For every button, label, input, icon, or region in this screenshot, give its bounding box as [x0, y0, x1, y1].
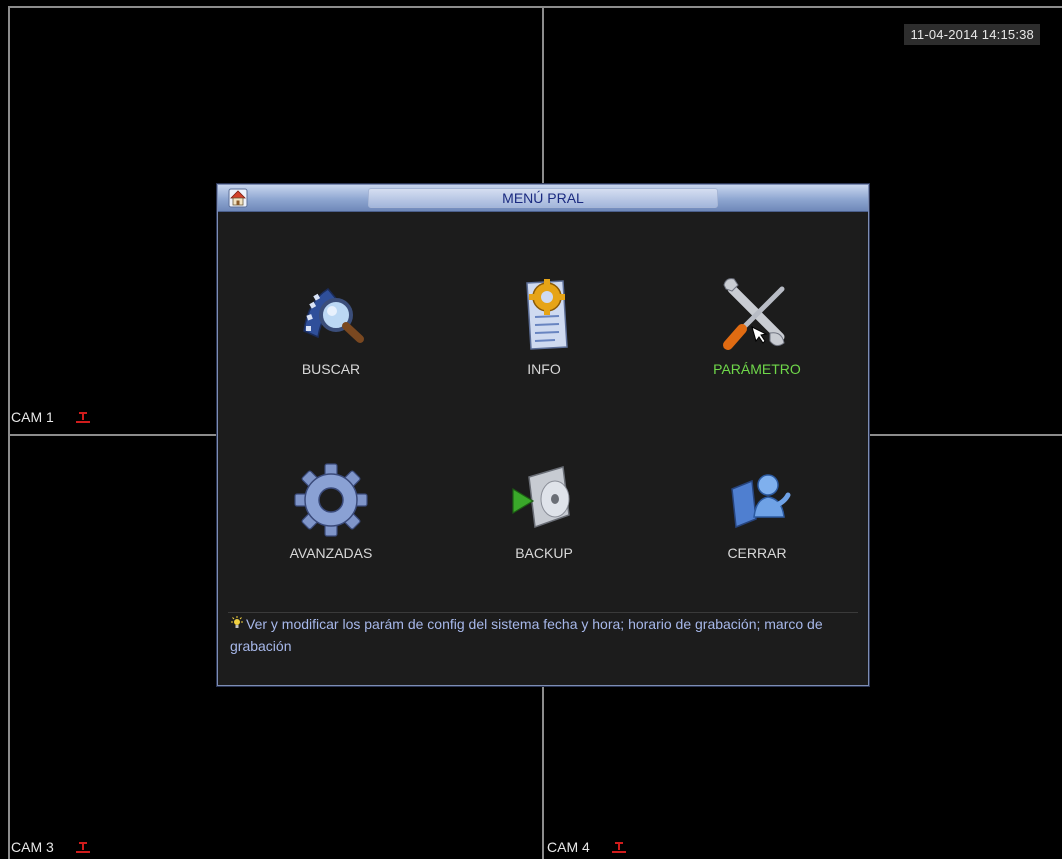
info-document-icon — [499, 271, 589, 361]
search-film-icon — [286, 271, 376, 361]
menu-item-label: BUSCAR — [301, 361, 361, 377]
dialog-title-bar: MENÚ PRAL — [218, 185, 868, 212]
record-indicator-icon — [611, 841, 626, 853]
menu-item-label: BACKUP — [515, 545, 573, 561]
record-indicator-icon — [75, 841, 90, 853]
hint-text: Ver y modificar los parám de config del … — [230, 616, 823, 654]
menu-item-buscar[interactable]: BUSCAR — [231, 271, 431, 391]
menu-item-info[interactable]: INFO — [444, 271, 644, 391]
camera-label-3: CAM 3 — [11, 839, 90, 855]
dialog-title: MENÚ PRAL — [502, 190, 584, 206]
menu-item-label: CERRAR — [727, 545, 787, 561]
menu-item-cerrar[interactable]: CERRAR — [657, 455, 857, 575]
camera-name: CAM 1 — [11, 409, 54, 425]
lightbulb-icon — [231, 616, 243, 628]
backup-disc-icon — [499, 455, 589, 545]
menu-item-label: INFO — [527, 361, 561, 377]
menu-item-backup[interactable]: BACKUP — [444, 455, 644, 575]
hint-text-area: Ver y modificar los parám de config del … — [230, 613, 850, 657]
menu-item-label: AVANZADAS — [289, 545, 373, 561]
dvr-screen: 11-04-2014 14:15:38 CAM 1 CAM 3 CAM 4 ME… — [0, 0, 1062, 859]
main-menu-dialog: MENÚ PRAL BUSCAR INFO PARÁMETRO AVANZADA… — [217, 184, 869, 686]
camera-label-4: CAM 4 — [547, 839, 626, 855]
home-icon[interactable] — [228, 188, 248, 208]
menu-item-avanzadas[interactable]: AVANZADAS — [231, 455, 431, 575]
record-indicator-icon — [75, 411, 90, 423]
menu-item-parametro[interactable]: PARÁMETRO — [657, 271, 857, 391]
datetime-display: 11-04-2014 14:15:38 — [904, 24, 1040, 45]
gear-icon — [286, 455, 376, 545]
camera-name: CAM 3 — [11, 839, 54, 855]
camera-label-1: CAM 1 — [11, 409, 90, 425]
tools-icon — [712, 271, 802, 361]
camera-name: CAM 4 — [547, 839, 590, 855]
menu-item-label: PARÁMETRO — [713, 361, 801, 377]
logout-user-icon — [712, 455, 802, 545]
